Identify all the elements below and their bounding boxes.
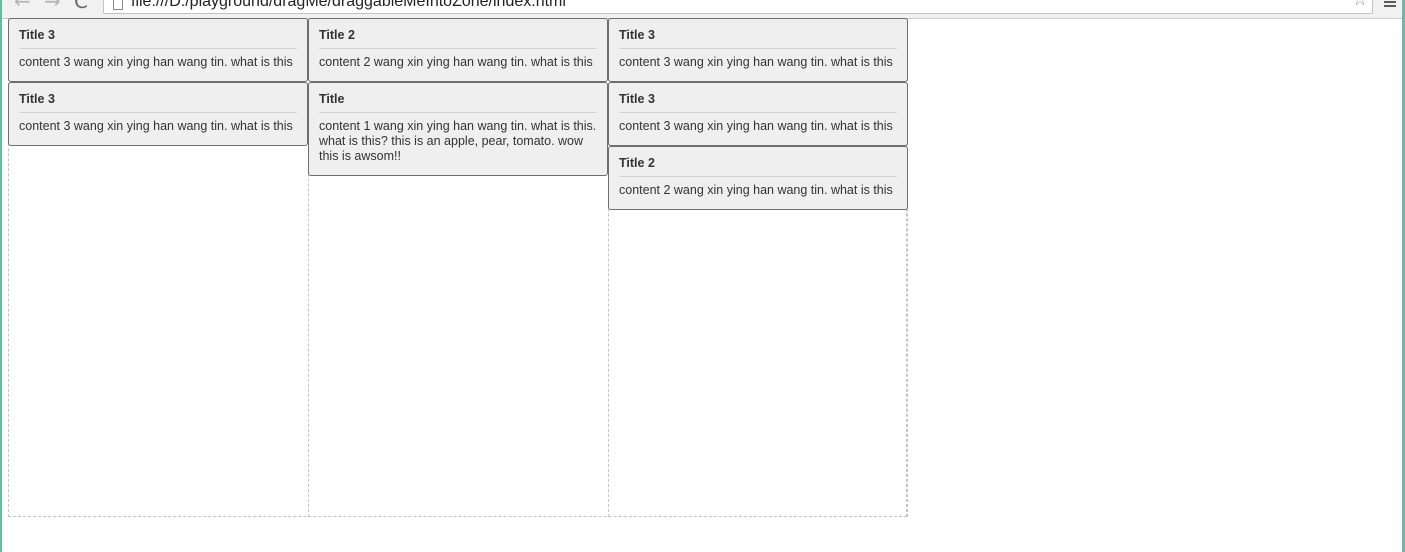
drop-zone[interactable]: Title 3 content 3 wang xin ying han wang… [8,18,908,517]
page-icon [113,0,123,10]
window-frame-left [0,0,2,552]
card-content: content 3 wang xin ying han wang tin. wh… [19,119,293,133]
forward-arrow-icon[interactable]: → [44,0,61,11]
card-title: Title [319,92,597,113]
drop-column-1[interactable]: Title 3 content 3 wang xin ying han wang… [8,18,308,517]
reload-icon[interactable]: C [74,0,88,11]
draggable-card[interactable]: Title 3 content 3 wang xin ying han wang… [8,82,308,146]
card-content: content 3 wang xin ying han wang tin. wh… [619,55,893,69]
back-arrow-icon[interactable]: ← [14,0,31,11]
draggable-card[interactable]: Title content 1 wang xin ying han wang t… [308,82,608,176]
card-content: content 1 wang xin ying han wang tin. wh… [319,119,597,163]
draggable-card[interactable]: Title 2 content 2 wang xin ying han wang… [308,18,608,82]
draggable-card[interactable]: Title 3 content 3 wang xin ying han wang… [608,82,908,146]
drop-column-2[interactable]: Title 2 content 2 wang xin ying han wang… [308,18,608,517]
draggable-card[interactable]: Title 2 content 2 wang xin ying han wang… [608,146,908,210]
card-title: Title 3 [619,28,897,49]
drop-column-3[interactable]: Title 3 content 3 wang xin ying han wang… [608,18,908,517]
card-content: content 3 wang xin ying han wang tin. wh… [19,55,293,69]
draggable-card[interactable]: Title 3 content 3 wang xin ying han wang… [608,18,908,82]
bookmark-star-icon[interactable]: ☆ [1352,0,1368,11]
url-text[interactable]: file:///D:/playground/dragMe/draggableMe… [131,0,566,11]
browser-toolbar: ← → C file:///D:/playground/dragMe/dragg… [2,0,1402,19]
card-title: Title 3 [19,92,297,113]
card-title: Title 3 [619,92,897,113]
address-bar[interactable]: file:///D:/playground/dragMe/draggableMe… [103,0,1373,14]
card-content: content 3 wang xin ying han wang tin. wh… [619,119,893,133]
menu-icon[interactable] [1384,1,1396,9]
card-title: Title 2 [319,28,597,49]
card-title: Title 3 [19,28,297,49]
card-title: Title 2 [619,156,897,177]
card-content: content 2 wang xin ying han wang tin. wh… [319,55,593,69]
card-content: content 2 wang xin ying han wang tin. wh… [619,183,893,197]
draggable-card[interactable]: Title 3 content 3 wang xin ying han wang… [8,18,308,82]
